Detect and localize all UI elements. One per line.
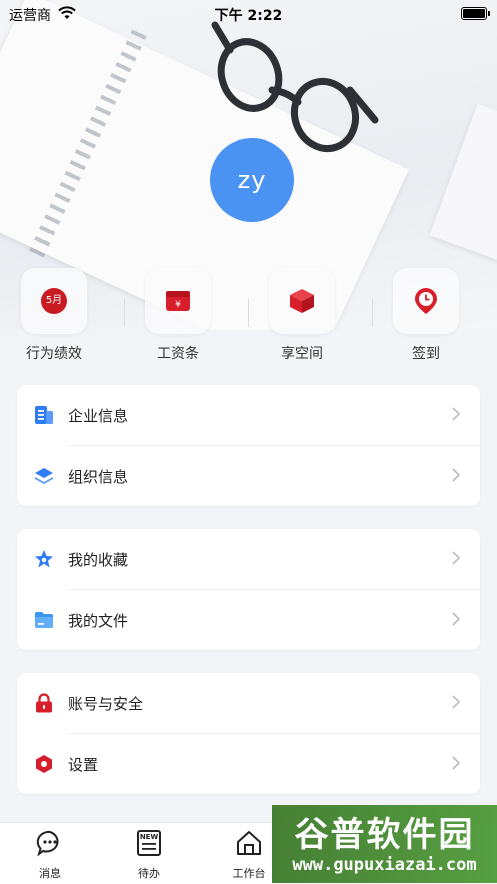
quick-action-label: 行为绩效 [26,346,82,362]
salary-envelope-icon: ¥ [166,291,190,311]
layers-icon [35,468,53,484]
glasses-decoration [211,21,379,153]
divider [248,299,249,327]
tab-messages[interactable]: 消息 [15,829,85,881]
quick-action-performance[interactable]: 5月 行为绩效 [4,268,104,363]
chevron-right-icon [452,695,460,709]
status-bar: 运营商 下午 2:22 [0,0,497,28]
avatar[interactable]: zy [210,138,294,222]
chevron-right-icon [452,468,460,482]
menu-item-label: 企业信息 [68,407,129,425]
notebook-decoration-right [429,103,497,277]
menu-item-settings[interactable]: 设置 [36,733,480,794]
new-list-icon: NEW [137,830,161,856]
battery-icon [461,7,490,20]
chat-bubble-icon [36,830,59,857]
location-clock-icon [415,288,437,314]
tab-label: 消息 [39,867,61,880]
menu-item-label: 组织信息 [68,468,129,486]
menu-item-org-info[interactable]: 组织信息 [35,445,480,506]
folder-icon [35,612,53,628]
home-icon [237,831,261,855]
chevron-right-icon [452,612,460,626]
star-icon [35,550,53,568]
quick-action-checkin[interactable]: 签到 [376,268,476,363]
quick-action-salary[interactable]: ¥ 工资条 [128,268,228,363]
calendar-badge-icon: 5月 [41,288,67,314]
chevron-right-icon [452,551,460,565]
settings-group-personal: 我的收藏 我的文件 [17,529,480,650]
quick-action-space[interactable]: 享空间 [252,268,352,363]
building-icon [35,406,53,424]
gear-hexagon-icon [36,755,52,773]
divider [124,299,125,327]
watermark: 谷普软件园 www.gupuxiazai.com [272,805,497,883]
quick-actions: 5月 行为绩效 ¥ 工资条 享空间 签到 [0,268,497,368]
tab-todo[interactable]: NEW 待办 [114,829,184,881]
menu-item-my-files[interactable]: 我的文件 [35,589,480,650]
watermark-url: www.gupuxiazai.com [292,855,477,875]
quick-action-label: 享空间 [281,346,323,362]
chevron-right-icon [452,407,460,421]
settings-group-account: 账号与安全 设置 [17,673,480,794]
tab-label: 待办 [138,867,160,880]
menu-item-account-security[interactable]: 账号与安全 [17,673,480,733]
quick-action-label: 签到 [412,346,440,362]
menu-item-company-info[interactable]: 企业信息 [17,385,480,445]
quick-action-label: 工资条 [157,346,199,362]
menu-item-label: 账号与安全 [68,695,144,713]
watermark-title: 谷普软件园 [294,815,475,855]
svg-text:NEW: NEW [140,833,159,841]
menu-item-label: 我的收藏 [68,551,129,569]
cube-icon [290,289,314,313]
chevron-right-icon [452,756,460,770]
divider [372,299,373,327]
menu-item-label: 设置 [68,756,99,774]
status-time: 下午 2:22 [214,8,283,24]
settings-group-company: 企业信息 组织信息 [17,385,480,506]
lock-icon [36,693,52,713]
menu-item-favorites[interactable]: 我的收藏 [17,529,480,589]
menu-item-label: 我的文件 [68,612,129,630]
svg-text:¥: ¥ [175,300,181,310]
